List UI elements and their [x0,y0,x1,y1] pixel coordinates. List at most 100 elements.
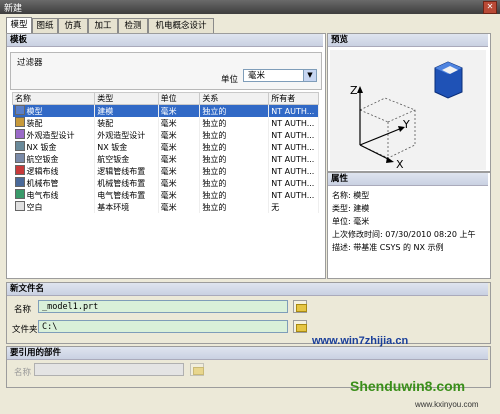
row-owner-cell: NT AUTH... [268,189,319,201]
column-unit[interactable]: 单位 [157,92,201,105]
row-type-cell: 航空钣金 [94,153,159,165]
table-row[interactable]: 电气布线 电气管线布置 毫米 独立的 NT AUTH... [12,189,319,201]
property-modified: 上次修改时间: 07/30/2010 08:20 上午 [332,230,476,239]
file-name-label: 名称 [14,305,32,315]
table-row[interactable]: 空白 基本环境 毫米 独立的无 [12,201,319,213]
template-section-header: 模板 [7,34,323,47]
folder-field[interactable]: C:\ [38,320,288,333]
row-type-cell: NX 钣金 [94,141,159,153]
row-relation-cell: 独立的 [199,104,270,117]
row-relation-cell: 独立的 [199,141,270,153]
unit-select[interactable]: 毫米 ▼ [243,69,317,82]
row-name-text: 装配 [26,119,43,128]
property-description: 描述: 带基准 CSYS 的 NX 示例 [332,243,444,252]
elec-routing-icon [14,189,25,199]
property-type: 类型: 建模 [332,204,370,213]
file-name-field[interactable]: _model1.prt [38,300,288,313]
table-row[interactable]: 航空钣金 航空钣金 毫米 独立的 NT AUTH... [12,153,319,165]
row-name-cell: 空白 [12,201,96,213]
mech-routing-icon [14,177,25,187]
watermark-bottom-text: Shenduwin8.com [350,378,466,394]
assembly-icon [14,117,25,127]
unit-select-value: 毫米 [248,71,266,81]
axis-x-label: X [396,158,404,170]
column-type[interactable]: 类型 [94,92,159,105]
browse-folder-icon[interactable] [293,320,307,333]
filter-title: 过滤器 [17,58,43,68]
properties-list: 名称: 模型 类型: 建模 单位: 毫米 上次修改时间: 07/30/2010 … [330,186,486,266]
row-type-cell: 电气管线布置 [94,189,159,201]
tab-simulation[interactable]: 仿真 [58,18,88,33]
row-unit-cell: 毫米 [158,177,201,189]
row-relation-cell: 独立的 [199,129,270,141]
column-name[interactable]: 名称 [11,92,96,105]
close-button[interactable]: ✕ [483,1,497,14]
part-block-icon [434,61,463,99]
properties-section-header: 属性 [328,173,488,186]
row-relation-cell: 独立的 [199,177,270,189]
row-name-text: 电气布线 [26,191,59,200]
row-unit-cell: 毫米 [158,201,201,213]
property-unit: 单位: 毫米 [332,217,370,226]
preview-section-header: 预览 [328,34,488,47]
table-row[interactable]: NX 钣金 NX 钣金 毫米 独立的 NT AUTH... [12,141,319,153]
row-type-cell: 基本环境 [94,201,159,213]
tab-model[interactable]: 模型 [6,17,32,33]
ref-browse-folder-icon [190,363,204,376]
tab-drawing[interactable]: 图纸 [32,18,58,33]
axis-z-label: Z [350,84,358,97]
tab-inspection[interactable]: 检测 [118,18,148,33]
row-owner-cell: NT AUTH... [268,165,319,177]
template-table: 名称 类型 单位 关系 所有者 模型 建模 毫米 独立的 NT AUTH... 装配 装配毫… [11,92,319,213]
axis-y-label: Y [402,118,410,131]
row-unit-cell: 毫米 [158,165,201,177]
row-name-text: 空白 [26,203,43,212]
watermark-small-text: www.kxinyou.com [415,400,479,409]
row-owner-cell: NT AUTH... [268,117,319,129]
csys-preview-graphic: Z Y X [330,50,486,171]
row-unit-cell: 毫米 [158,104,201,117]
logical-routing-icon [14,165,25,175]
title-bar: 新建 ✕ [0,0,500,14]
table-row[interactable]: 逻辑布线 逻辑管线布置 毫米 独立的 NT AUTH... [12,165,319,177]
table-row[interactable]: 装配 装配 毫米 独立的 NT AUTH... [12,117,319,129]
tab-manufacturing[interactable]: 加工 [88,18,118,33]
ref-name-label: 名称 [14,368,32,378]
row-name-cell: 航空钣金 [12,153,96,165]
row-type-cell: 机械管线布置 [94,177,159,189]
window-title: 新建 [4,4,23,14]
row-owner-cell: NT AUTH... [268,141,319,153]
row-relation-cell: 独立的 [199,189,270,201]
shape-studio-icon [14,129,25,139]
row-unit-cell: 毫米 [158,153,201,165]
browse-name-folder-icon[interactable] [293,300,307,313]
table-row[interactable]: 机械布管 机械管线布置 毫米 独立的 NT AUTH... [12,177,319,189]
model-icon [14,105,25,115]
row-type-cell: 外观造型设计 [94,129,159,141]
new-file-section-header: 新文件名 [7,283,488,296]
row-owner-cell: NT AUTH... [268,153,319,165]
row-unit-cell: 毫米 [158,117,201,129]
row-relation-cell: 独立的 [199,153,270,165]
aero-sheetmetal-icon [14,153,25,163]
table-row[interactable]: 模型 建模 毫米 独立的 NT AUTH... [12,104,319,117]
table-row[interactable]: 外观造型设计 外观造型设计 毫米 独立的 NT AUTH... [12,129,319,141]
row-relation-cell: 独立的 [199,165,270,177]
row-relation-cell: 独立的 [199,201,270,213]
filter-group: 过滤器 单位 毫米 ▼ [10,52,322,90]
tab-mechatronics[interactable]: 机电概念设计 [148,18,214,33]
column-relation[interactable]: 关系 [199,92,270,105]
blank-icon [14,201,25,211]
row-name-cell: 模型 [12,104,96,117]
row-owner-cell: NT AUTH... [268,104,319,117]
chevron-down-icon[interactable]: ▼ [303,70,316,81]
column-owner[interactable]: 所有者 [268,92,319,105]
row-name-text: 机械布管 [26,179,59,188]
row-name-text: 逻辑布线 [26,167,59,176]
row-unit-cell: 毫米 [158,141,201,153]
preview-image: Z Y X [330,50,486,171]
table-header-row: 名称 类型 单位 关系 所有者 [11,92,319,105]
row-unit-cell: 毫米 [158,189,201,201]
row-type-cell: 装配 [94,117,159,129]
row-name-cell: 机械布管 [12,177,96,189]
